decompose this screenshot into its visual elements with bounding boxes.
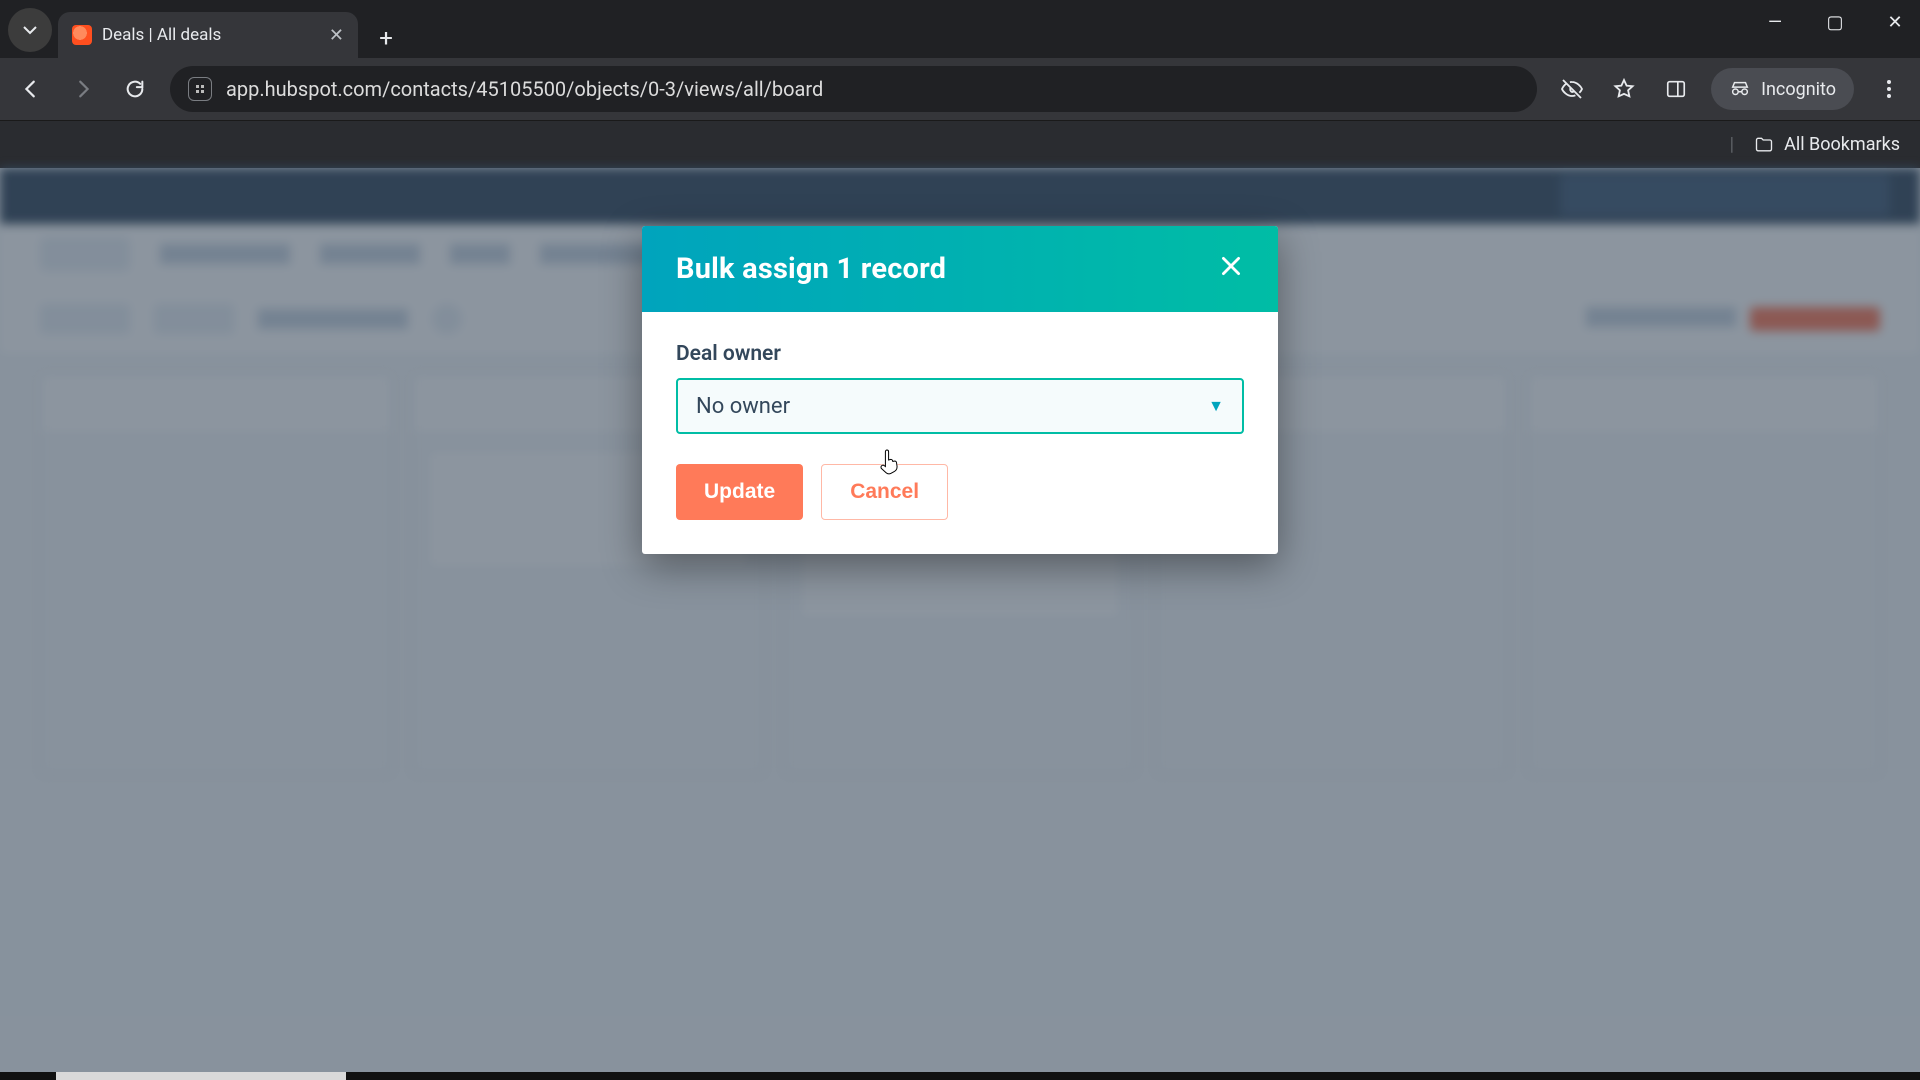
bookmarks-separator: |: [1730, 134, 1734, 155]
tab-search-button[interactable]: [8, 8, 52, 52]
browser-tab-strip: Deals | All deals ✕ + ― ▢ ✕: [0, 0, 1920, 58]
tracking-icon[interactable]: [1555, 72, 1589, 106]
window-maximize-button[interactable]: ▢: [1820, 12, 1850, 33]
bulk-assign-modal: Bulk assign 1 record Deal owner No owner…: [642, 226, 1278, 554]
side-panel-button[interactable]: [1659, 72, 1693, 106]
page-content: Bulk assign 1 record Deal owner No owner…: [0, 168, 1920, 1080]
modal-actions: Update Cancel: [676, 464, 1244, 520]
new-tab-button[interactable]: +: [366, 18, 406, 58]
incognito-label: Incognito: [1761, 79, 1836, 100]
site-info-icon[interactable]: [188, 77, 212, 101]
address-bar[interactable]: app.hubspot.com/contacts/45105500/object…: [170, 66, 1537, 112]
eye-off-icon: [1560, 77, 1584, 101]
star-icon: [1612, 77, 1636, 101]
tab-title: Deals | All deals: [102, 25, 221, 45]
arrow-right-icon: [72, 78, 94, 100]
modal-header: Bulk assign 1 record: [642, 226, 1278, 312]
incognito-icon: [1729, 78, 1751, 100]
deal-owner-select[interactable]: No owner ▼: [676, 378, 1244, 434]
hubspot-favicon-icon: [72, 25, 92, 45]
all-bookmarks-button[interactable]: All Bookmarks: [1784, 134, 1900, 155]
caret-down-icon: ▼: [1208, 396, 1224, 416]
url-text: app.hubspot.com/contacts/45105500/object…: [226, 77, 823, 101]
panel-icon: [1665, 78, 1687, 100]
os-taskbar-sliver: [0, 1072, 1920, 1080]
cancel-button[interactable]: Cancel: [821, 464, 948, 520]
nav-forward-button[interactable]: [66, 72, 100, 106]
modal-body: Deal owner No owner ▼ Update Cancel: [642, 312, 1278, 554]
tab-close-button[interactable]: ✕: [329, 25, 344, 46]
incognito-chip[interactable]: Incognito: [1711, 68, 1854, 110]
modal-title: Bulk assign 1 record: [676, 252, 946, 286]
browser-menu-button[interactable]: [1872, 72, 1906, 106]
browser-tab-active[interactable]: Deals | All deals ✕: [58, 12, 358, 58]
arrow-left-icon: [20, 78, 42, 100]
reload-icon: [124, 78, 146, 100]
window-controls: ― ▢ ✕: [1760, 12, 1910, 33]
close-icon: [1218, 253, 1244, 279]
nav-back-button[interactable]: [14, 72, 48, 106]
modal-close-button[interactable]: [1218, 253, 1244, 285]
update-button[interactable]: Update: [676, 464, 803, 520]
deal-owner-selected-value: No owner: [696, 394, 790, 419]
browser-toolbar: app.hubspot.com/contacts/45105500/object…: [0, 58, 1920, 120]
window-close-button[interactable]: ✕: [1880, 12, 1910, 33]
kebab-icon: [1879, 79, 1899, 99]
deal-owner-label: Deal owner: [676, 342, 1244, 366]
bookmark-star-button[interactable]: [1607, 72, 1641, 106]
nav-reload-button[interactable]: [118, 72, 152, 106]
bookmarks-bar: | All Bookmarks: [0, 120, 1920, 168]
chevron-down-icon: [22, 22, 38, 38]
window-minimize-button[interactable]: ―: [1760, 12, 1790, 33]
folder-icon: [1754, 135, 1774, 155]
